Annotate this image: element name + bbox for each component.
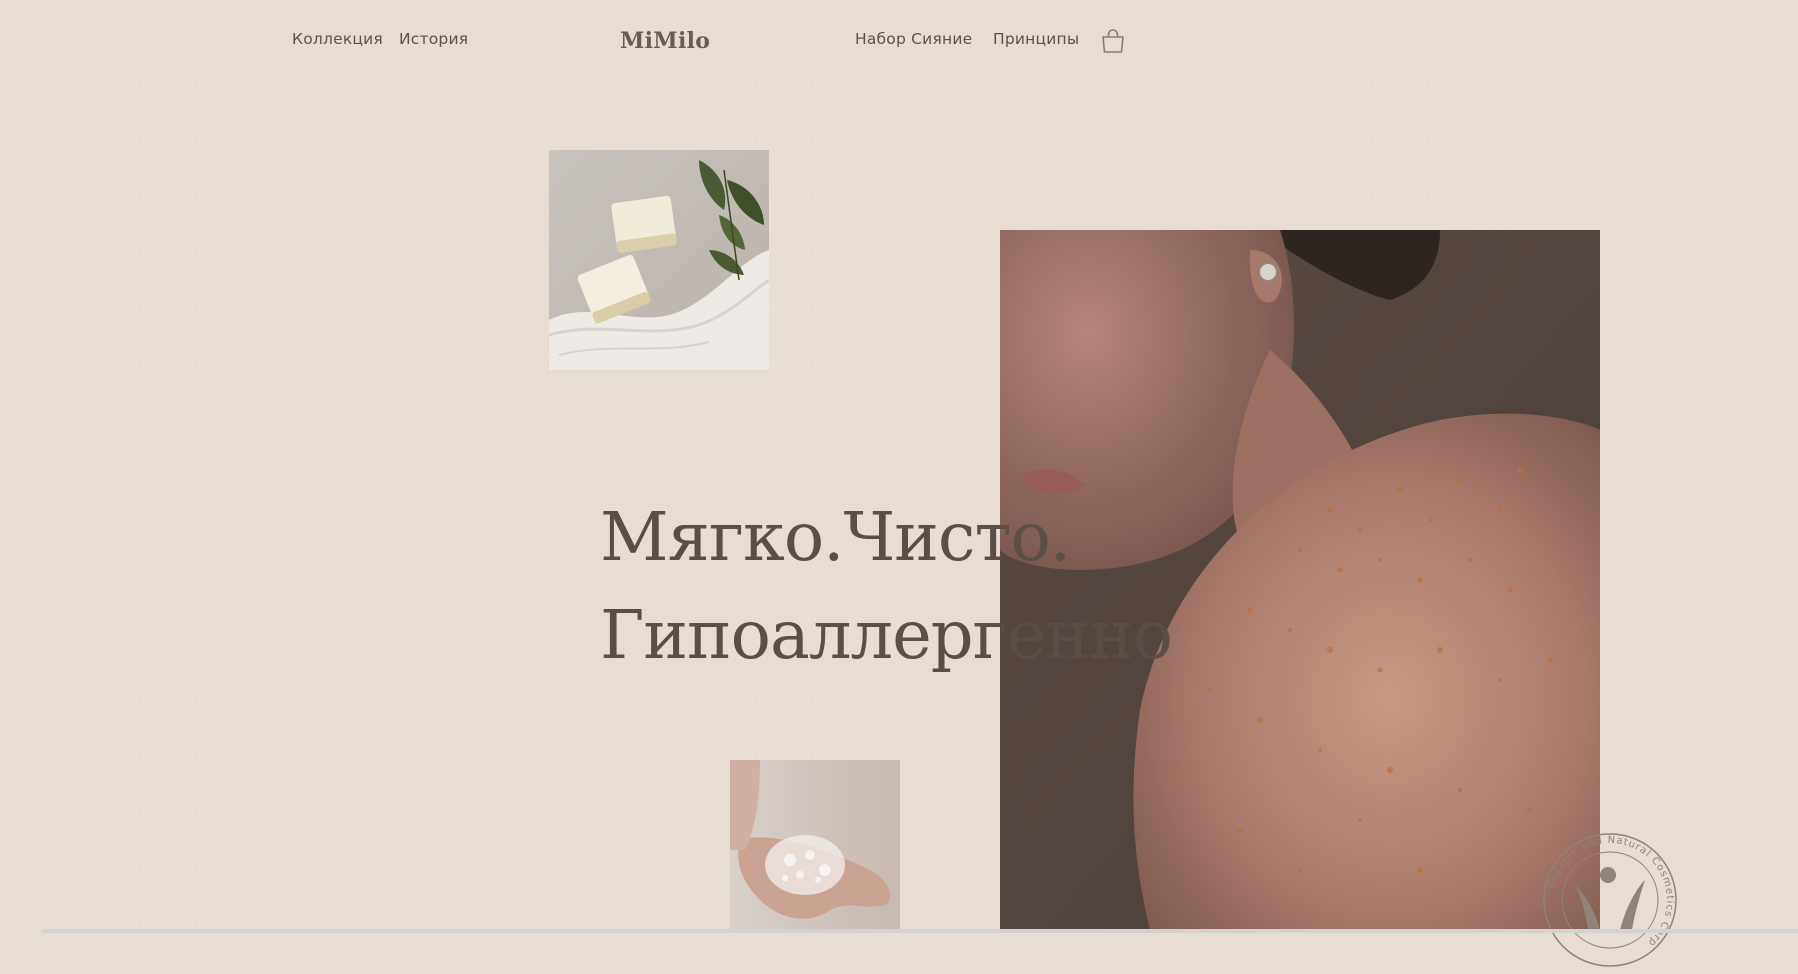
nav-history-link[interactable]: История bbox=[399, 30, 468, 48]
nav-radiance-set-link[interactable]: Набор Сияние bbox=[855, 30, 972, 48]
bottom-scroll-indicator bbox=[42, 929, 1798, 933]
brand-logo[interactable]: MiMilo bbox=[620, 28, 710, 54]
headline-line-2: Гипоаллергенно bbox=[600, 596, 1173, 674]
soap-bars-photo bbox=[549, 150, 769, 370]
shopping-bag-icon[interactable] bbox=[1100, 28, 1126, 54]
organic-certification-badge: Organic and Natural Cosmetics Corp bbox=[1540, 830, 1680, 970]
headline-line-1: Мягко.Чисто. bbox=[600, 498, 1071, 576]
hand-with-foam-photo bbox=[730, 760, 900, 933]
hero-headline: Мягко.Чисто. Гипоаллергенно bbox=[600, 488, 1173, 684]
nav-collection-link[interactable]: Коллекция bbox=[292, 30, 383, 48]
nav-principles-link[interactable]: Принципы bbox=[993, 30, 1079, 48]
